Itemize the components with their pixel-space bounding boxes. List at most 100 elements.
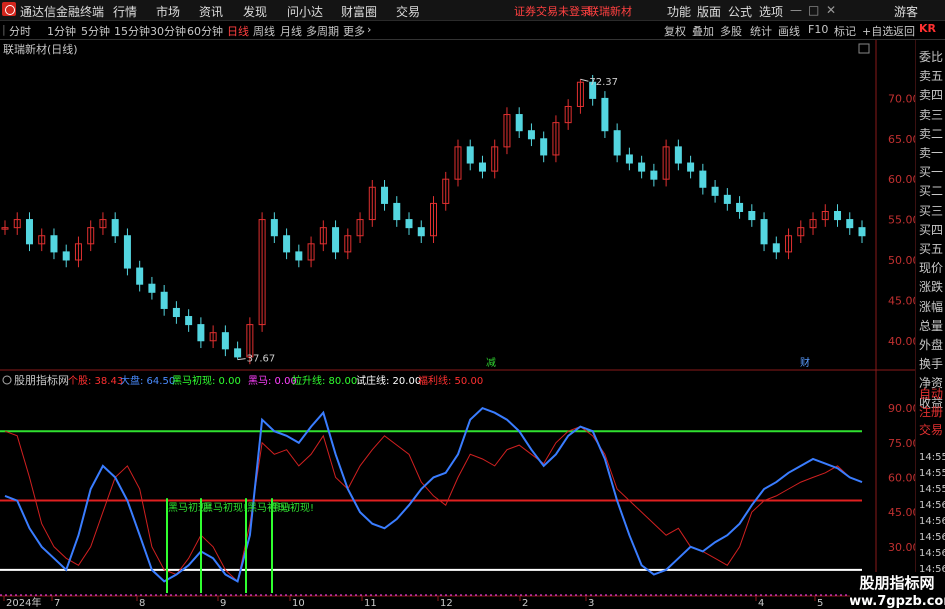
candle-body bbox=[270, 219, 278, 237]
indicator-settings-icon[interactable] bbox=[2, 375, 12, 385]
panel-action[interactable]: 交易 bbox=[919, 421, 943, 438]
main-y-tick: 60.00 bbox=[888, 173, 915, 186]
menu-function[interactable]: 功能 bbox=[667, 3, 691, 20]
tick-time: 14:56 bbox=[919, 548, 945, 559]
candle-body bbox=[221, 332, 229, 350]
candle-body bbox=[736, 202, 744, 212]
candle-body bbox=[699, 170, 707, 188]
high-label: 72.37 bbox=[589, 77, 618, 88]
menu-trade[interactable]: 交易 bbox=[396, 3, 420, 20]
menu-market[interactable]: 市场 bbox=[156, 3, 180, 20]
candle-body bbox=[466, 146, 474, 164]
period-1min[interactable]: 1分钟 bbox=[47, 23, 76, 39]
menu-layout[interactable]: 版面 bbox=[697, 3, 721, 20]
candle-body bbox=[527, 130, 535, 140]
period-intraday[interactable]: 分时 bbox=[9, 23, 31, 39]
period-15min[interactable]: 15分钟 bbox=[114, 23, 150, 39]
period-multi[interactable]: 多周期 bbox=[306, 23, 339, 39]
menu-discover[interactable]: 发现 bbox=[243, 3, 267, 20]
signal-markers: 黑马初现!黑马初现! 黑马初现!黑马初现! bbox=[166, 498, 314, 593]
panel-action[interactable]: 注册 bbox=[919, 403, 943, 420]
x-tick-label: 5 bbox=[817, 598, 823, 609]
pane-max-icon[interactable] bbox=[858, 43, 870, 54]
indicator-param: 黑马初现: 0.00 bbox=[172, 374, 241, 387]
tool-adjust[interactable]: 复权 bbox=[664, 23, 686, 39]
tick-time: 14:56 bbox=[919, 516, 945, 527]
x-tick-label: 11 bbox=[364, 598, 377, 609]
candle-body bbox=[515, 114, 523, 132]
tick-time: 14:56 bbox=[919, 500, 945, 511]
period-monthly[interactable]: 月线 bbox=[280, 23, 302, 39]
minimize-icon[interactable]: — bbox=[790, 3, 802, 17]
indicator-param: 个股: 38.43 bbox=[68, 375, 123, 387]
main-y-tick: 50.00 bbox=[888, 254, 915, 267]
menu-ask[interactable]: 问小达 bbox=[287, 3, 323, 20]
candle-body bbox=[723, 194, 731, 204]
indicator-name: 股朋指标网 bbox=[14, 373, 69, 387]
candle-body bbox=[601, 97, 609, 132]
tool-draw[interactable]: 画线 bbox=[778, 23, 800, 39]
stock-notice[interactable]: 联瑞新材 bbox=[588, 3, 632, 19]
candle-body bbox=[417, 227, 425, 237]
more-chevron-icon[interactable]: › bbox=[367, 23, 371, 36]
period-more[interactable]: 更多 bbox=[343, 23, 365, 39]
period-60min[interactable]: 60分钟 bbox=[187, 23, 223, 39]
period-30min[interactable]: 30分钟 bbox=[150, 23, 186, 39]
tool-back[interactable]: 返回 bbox=[893, 23, 915, 39]
period-weekly[interactable]: 周线 bbox=[253, 23, 275, 39]
panel-action[interactable]: 自动 bbox=[919, 385, 943, 402]
candle-body bbox=[650, 170, 658, 180]
main-y-tick: 55.00 bbox=[888, 214, 915, 227]
main-y-tick: 45.00 bbox=[888, 294, 915, 307]
candle-body bbox=[834, 211, 842, 221]
tool-add-favorite[interactable]: +自选 bbox=[862, 23, 893, 39]
watermark-line2: www.7gpzb.com bbox=[850, 594, 945, 609]
period-daily[interactable]: 日线 bbox=[227, 23, 249, 39]
menu-quotes[interactable]: 行情 bbox=[113, 3, 137, 20]
indicator-param: 试庄线: 20.00 bbox=[356, 374, 421, 387]
candle-body bbox=[687, 162, 695, 172]
main-y-tick: 40.00 bbox=[888, 335, 915, 348]
candle-body bbox=[760, 219, 768, 245]
indicator-y-tick: 45.00 bbox=[888, 506, 915, 519]
main-y-axis: 70.00 65.00 60.00 55.00 50.00 45.00 40.00 bbox=[888, 92, 915, 347]
menu-wealth[interactable]: 财富圈 bbox=[341, 3, 377, 20]
period-5min[interactable]: 5分钟 bbox=[81, 23, 110, 39]
close-icon[interactable]: ✕ bbox=[826, 3, 836, 17]
menu-news[interactable]: 资讯 bbox=[199, 3, 223, 20]
maximize-icon[interactable]: □ bbox=[808, 3, 819, 17]
menu-options[interactable]: 选项 bbox=[759, 3, 783, 20]
quote-field-label: 总量 bbox=[919, 318, 944, 333]
guest-label[interactable]: 游客 bbox=[894, 3, 918, 20]
tool-f10[interactable]: F10 bbox=[808, 23, 828, 36]
quote-field-label: 现价 bbox=[919, 261, 944, 276]
indicator-param: 拉升线: 80.00 bbox=[292, 374, 357, 387]
tool-mark[interactable]: 标记 bbox=[834, 23, 856, 39]
candle-body bbox=[613, 130, 621, 156]
tool-overlay[interactable]: 叠加 bbox=[692, 23, 714, 39]
indicator-y-tick: 75.00 bbox=[888, 437, 915, 450]
watermark: 股朋指标网 www.7gpzb.com bbox=[850, 572, 945, 609]
candle-body bbox=[172, 307, 180, 318]
tool-stats[interactable]: 统计 bbox=[750, 23, 772, 39]
watermark-line1: 股朋指标网 bbox=[859, 574, 934, 592]
candle-body bbox=[136, 267, 144, 285]
quote-field-label: 买三 bbox=[919, 203, 944, 218]
chart-area[interactable]: 联瑞新材(日线) 70.00 65.00 60.00 55.00 50.00 45.00 4… bbox=[0, 40, 915, 609]
quote-field-label: 买二 bbox=[919, 184, 944, 199]
quote-field-label: 卖五 bbox=[919, 69, 944, 84]
high-pointer bbox=[580, 78, 589, 82]
login-notice[interactable]: 证券交易未登录 bbox=[514, 3, 591, 19]
signal-label: 黑马初现! bbox=[203, 501, 247, 514]
indicator-y-axis: 90.0075.0060.0045.0030.0015.00 bbox=[888, 402, 915, 588]
quote-field-label: 涨跌 bbox=[919, 280, 944, 295]
menu-formula[interactable]: 公式 bbox=[728, 3, 752, 20]
prev-icon[interactable]: | bbox=[2, 23, 6, 36]
indicator-y-tick: 60.00 bbox=[888, 471, 915, 484]
tick-time: 14:56 bbox=[919, 532, 945, 543]
tool-multistock[interactable]: 多股 bbox=[720, 23, 742, 39]
candle-body bbox=[478, 162, 486, 172]
x-tick-label: 9 bbox=[220, 598, 226, 609]
x-tick-label: 12 bbox=[440, 598, 453, 609]
candle-body bbox=[295, 251, 303, 261]
